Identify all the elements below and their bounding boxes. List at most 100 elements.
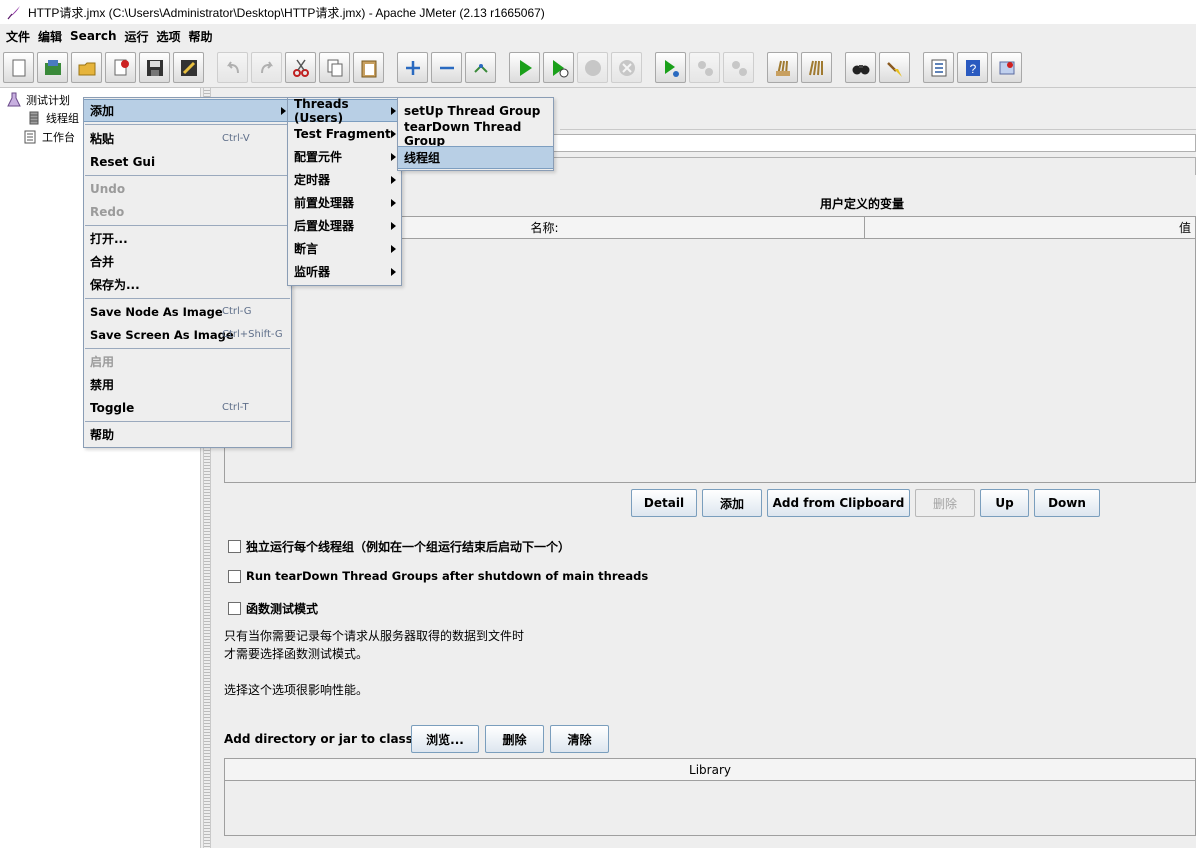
submenu-arrow-icon (391, 198, 396, 207)
functional-test-mode-option[interactable]: 函数测试模式 (228, 600, 318, 617)
log-viewer-button[interactable] (991, 52, 1022, 83)
cut-button[interactable] (285, 52, 316, 83)
menu-search[interactable]: Search (66, 29, 120, 43)
menu-item-assertion[interactable]: 断言 (288, 237, 401, 260)
column-header-value[interactable]: 值 (865, 217, 1195, 239)
menu-help[interactable]: 帮助 (185, 28, 217, 45)
svg-text:?: ? (969, 62, 976, 76)
menu-item-post-processor[interactable]: 后置处理器 (288, 214, 401, 237)
classpath-delete-button[interactable]: 删除 (485, 725, 544, 753)
menu-item-open[interactable]: 打开... (84, 227, 291, 250)
menu-item-undo[interactable]: Undo (84, 177, 291, 200)
menu-item-timer[interactable]: 定时器 (288, 168, 401, 191)
shutdown-button[interactable] (611, 52, 642, 83)
undo-button[interactable] (217, 52, 248, 83)
menu-item-save-as[interactable]: 保存为... (84, 273, 291, 296)
collapse-button[interactable] (431, 52, 462, 83)
functional-mode-note-line2: 才需要选择函数测试模式。 (224, 647, 369, 661)
menu-item-thread-group[interactable]: 线程组 (398, 146, 553, 169)
redo-button[interactable] (251, 52, 282, 83)
templates-button[interactable] (37, 52, 68, 83)
reset-search-icon (886, 61, 902, 77)
menu-item-listener[interactable]: 监听器 (288, 260, 401, 283)
menu-item-teardown-thread-group[interactable]: tearDown Thread Group (398, 120, 553, 148)
comments-field[interactable] (550, 157, 1196, 175)
library-table[interactable]: Library (224, 758, 1196, 836)
function-helper-icon (931, 59, 946, 76)
browse-button[interactable]: 浏览... (411, 725, 479, 753)
add-from-clipboard-button[interactable]: Add from Clipboard (767, 489, 910, 517)
remote-start-button[interactable] (655, 52, 686, 83)
up-button[interactable]: Up (980, 489, 1029, 517)
tree-node-test-plan[interactable]: 测试计划 (6, 92, 70, 108)
function-helper-button[interactable] (923, 52, 954, 83)
column-header-library[interactable]: Library (225, 759, 1195, 781)
toggle-button[interactable] (465, 52, 496, 83)
detail-button[interactable]: Detail (631, 489, 697, 517)
menu-item-redo[interactable]: Redo (84, 200, 291, 223)
menu-separator (85, 175, 290, 176)
remote-exit-button[interactable] (723, 52, 754, 83)
name-field[interactable] (550, 134, 1196, 152)
remote-stop-icon (697, 60, 713, 76)
paste-button[interactable] (353, 52, 384, 83)
threads-submenu: setUp Thread Group tearDown Thread Group… (397, 97, 554, 171)
menu-separator (85, 298, 290, 299)
menu-item-add[interactable]: 添加 (84, 99, 291, 122)
search-button[interactable] (845, 52, 876, 83)
open-button[interactable] (71, 52, 102, 83)
submenu-arrow-icon (391, 267, 396, 276)
tree-node-thread-group[interactable]: 线程组 (26, 110, 79, 126)
save-as-image-button[interactable] (173, 52, 204, 83)
collapse-icon (439, 66, 454, 69)
start-no-timers-button[interactable] (543, 52, 574, 83)
close-button[interactable] (105, 52, 136, 83)
teardown-on-shutdown-option[interactable]: Run tearDown Thread Groups after shutdow… (228, 569, 648, 583)
menu-item-config-element[interactable]: 配置元件 (288, 145, 401, 168)
clear-all-button[interactable] (801, 52, 832, 83)
clear-button[interactable] (767, 52, 798, 83)
stop-button[interactable] (577, 52, 608, 83)
menu-options[interactable]: 选项 (153, 28, 185, 45)
menu-item-paste[interactable]: 粘贴 Ctrl-V (84, 127, 291, 150)
menu-item-help[interactable]: 帮助 (84, 423, 291, 446)
menu-item-enable[interactable]: 启用 (84, 350, 291, 373)
menu-item-save-screen-as-image[interactable]: Save Screen As Image Ctrl+Shift-G (84, 323, 291, 346)
menu-item-pre-processor[interactable]: 前置处理器 (288, 191, 401, 214)
remote-stop-button[interactable] (689, 52, 720, 83)
serialize-thread-groups-option[interactable]: 独立运行每个线程组（例如在一个组运行结束后启动下一个） (228, 538, 570, 555)
checkbox[interactable] (228, 540, 241, 553)
expand-icon (405, 60, 420, 75)
menu-item-save-node-as-image[interactable]: Save Node As Image Ctrl-G (84, 300, 291, 323)
functional-mode-note-line1: 只有当你需要记录每个请求从服务器取得的数据到文件时 (224, 629, 525, 643)
start-button[interactable] (509, 52, 540, 83)
checkbox[interactable] (228, 569, 241, 583)
tree-node-workbench[interactable]: 工作台 (22, 129, 75, 145)
menu-file[interactable]: 文件 (2, 28, 34, 45)
copy-button[interactable] (319, 52, 350, 83)
toggle-icon (473, 63, 488, 73)
add-button[interactable]: 添加 (702, 489, 762, 517)
menu-run[interactable]: 运行 (120, 28, 152, 45)
menu-item-toggle[interactable]: Toggle Ctrl-T (84, 396, 291, 419)
expand-button[interactable] (397, 52, 428, 83)
new-button[interactable] (3, 52, 34, 83)
menu-item-threads-users[interactable]: Threads (Users) (288, 97, 401, 125)
checkbox[interactable] (228, 602, 241, 615)
delete-button[interactable]: 删除 (915, 489, 975, 517)
menu-item-disable[interactable]: 禁用 (84, 373, 291, 396)
log-viewer-icon (999, 61, 1014, 74)
toolbar: ? (0, 48, 1196, 88)
menu-separator (85, 421, 290, 422)
save-button[interactable] (139, 52, 170, 83)
menu-edit[interactable]: 编辑 (34, 28, 66, 45)
menu-item-test-fragment[interactable]: Test Fragment (288, 122, 401, 145)
classpath-clear-button[interactable]: 清除 (550, 725, 609, 753)
close-icon (114, 59, 129, 75)
help-button[interactable]: ? (957, 52, 988, 83)
menu-item-reset-gui[interactable]: Reset Gui (84, 150, 291, 173)
down-button[interactable]: Down (1034, 489, 1100, 517)
workbench-icon (24, 130, 36, 144)
reset-search-button[interactable] (879, 52, 910, 83)
menu-item-merge[interactable]: 合并 (84, 250, 291, 273)
